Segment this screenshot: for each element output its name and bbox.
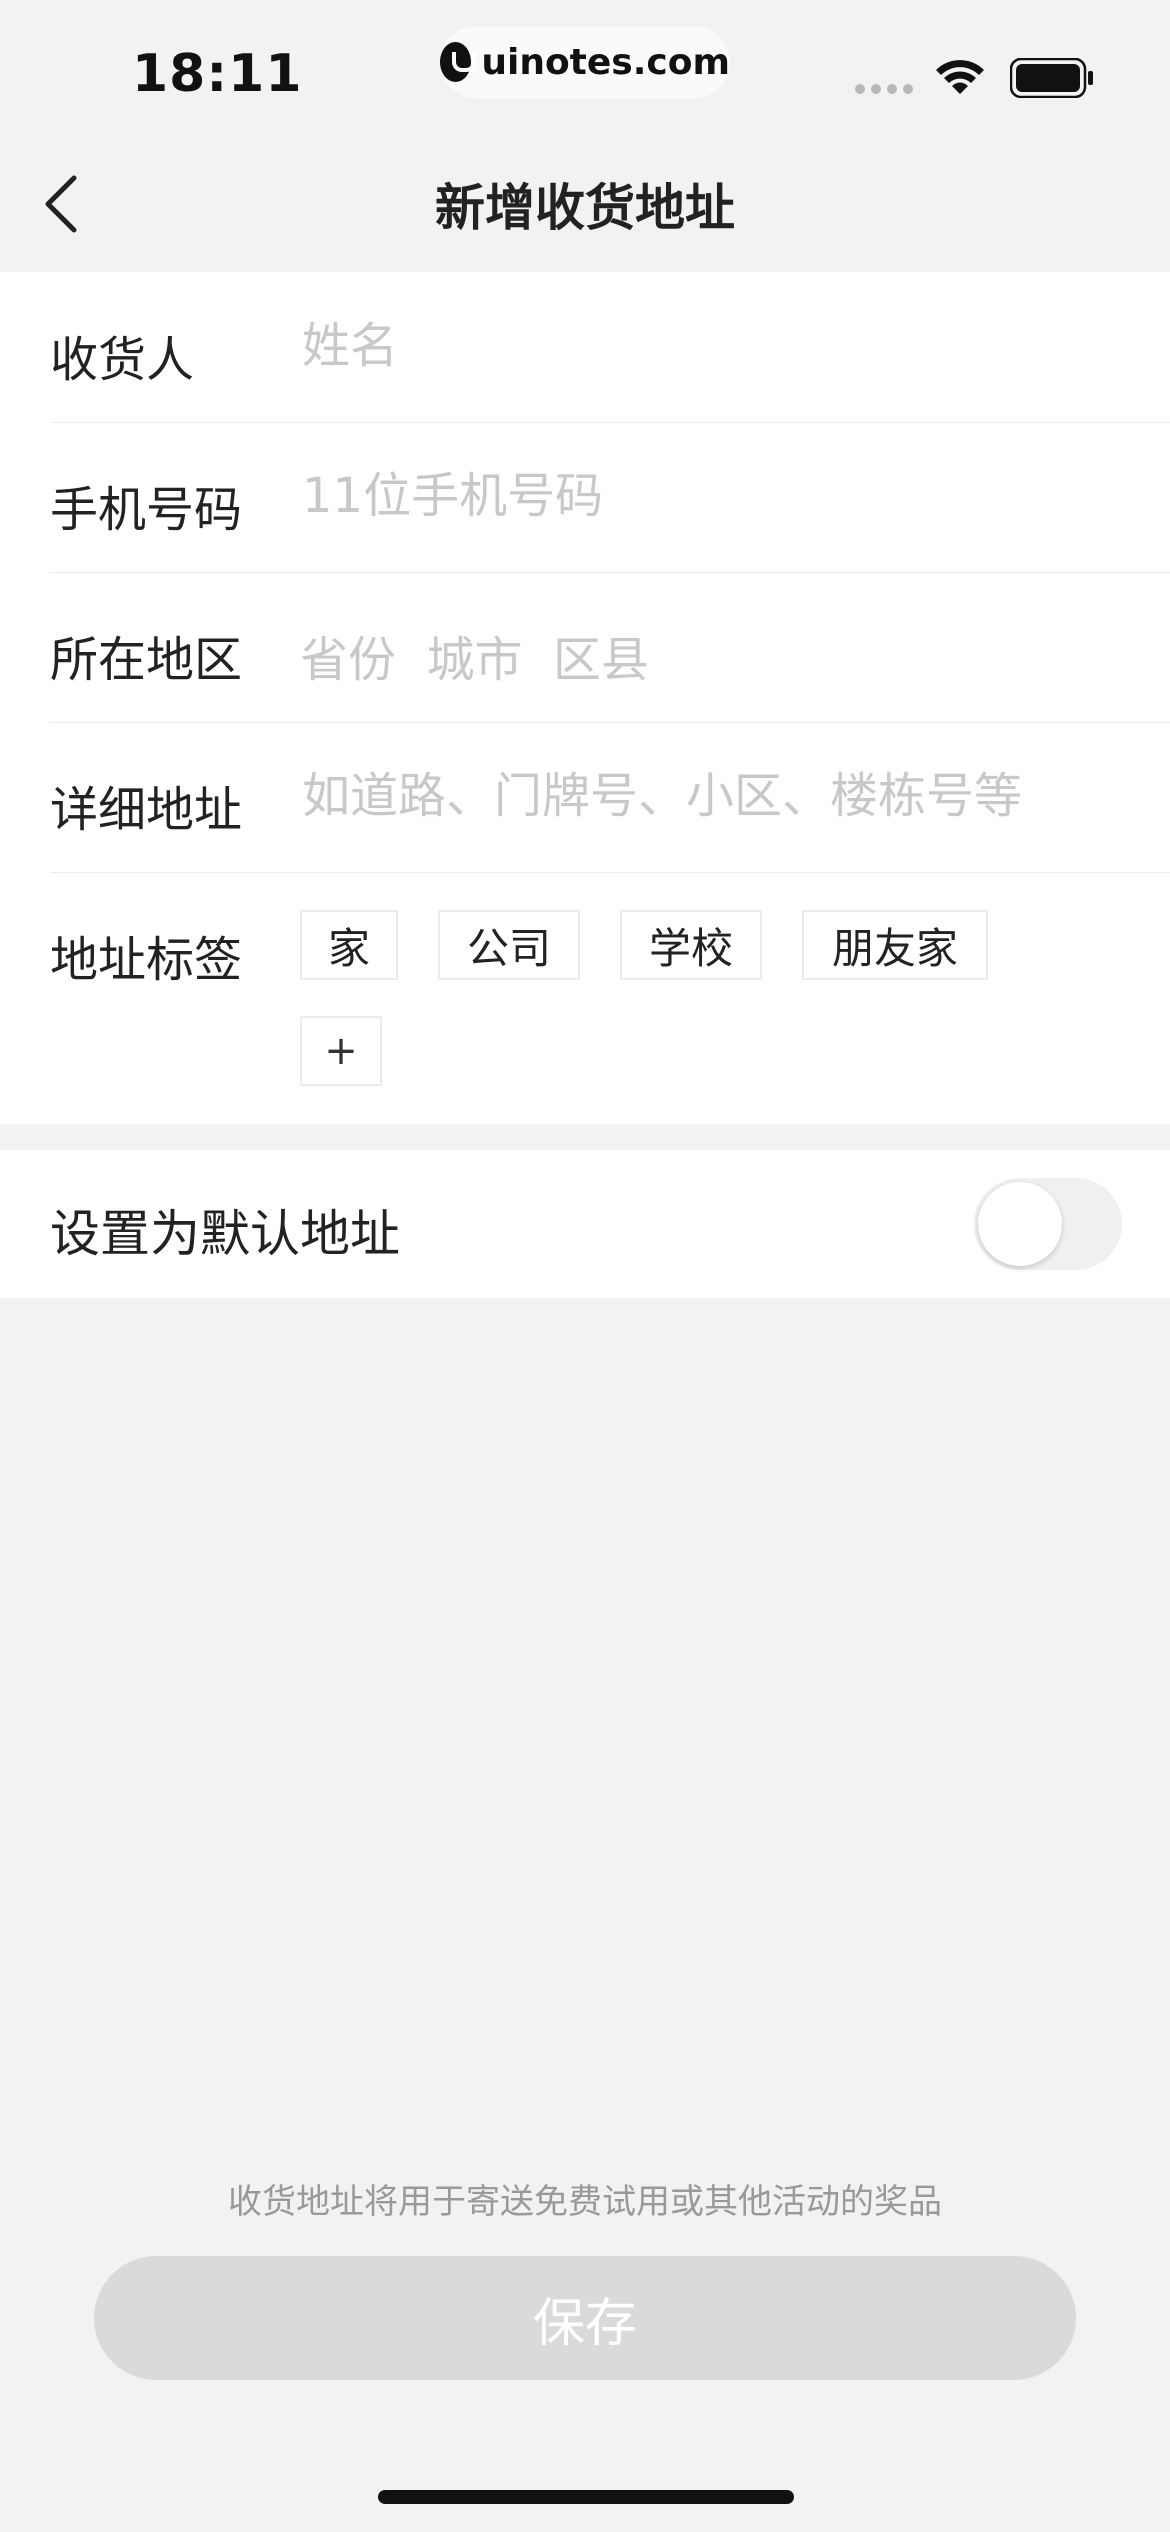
region-label: 所在地区 [50, 632, 243, 688]
address-tag-row: 地址标签 家 公司 学校 朋友家 + [50, 872, 1170, 1124]
phone-row: 手机号码 [50, 422, 1170, 573]
recipient-label: 收货人 [50, 332, 195, 388]
add-tag-button[interactable]: + [300, 1016, 382, 1086]
battery-icon [1010, 58, 1093, 98]
save-button[interactable]: 保存 [94, 2256, 1076, 2380]
home-indicator [378, 2490, 794, 2504]
detail-row: 详细地址 [50, 722, 1170, 873]
phone-number-input[interactable] [300, 460, 1124, 532]
tag-company-button[interactable]: 公司 [438, 910, 580, 980]
default-address-row: 设置为默认地址 [0, 1150, 1170, 1298]
address-form: 收货人 手机号码 所在地区 省份 城市 区县 详细地址 地址标签 家 公司 学校… [0, 272, 1170, 1124]
toggle-knob [978, 1182, 1062, 1266]
url-pill[interactable]: uinotes.com [440, 26, 730, 98]
region-row[interactable]: 所在地区 省份 城市 区县 [50, 572, 1170, 723]
plus-icon: + [324, 1028, 358, 1074]
default-address-label: 设置为默认地址 [50, 1205, 400, 1263]
url-text: uinotes.com [481, 41, 730, 83]
status-time: 18:11 [132, 44, 303, 104]
status-bar: 18:11 uinotes.com [0, 0, 1170, 150]
region-selector[interactable]: 省份 城市 区县 [300, 620, 649, 690]
address-tag-label: 地址标签 [50, 932, 243, 988]
detail-address-label: 详细地址 [50, 782, 243, 838]
tag-school-button[interactable]: 学校 [620, 910, 762, 980]
tag-home-button[interactable]: 家 [300, 910, 398, 980]
recipient-name-input[interactable] [300, 310, 1124, 382]
page-title: 新增收货地址 [435, 179, 735, 237]
site-logo-icon [440, 42, 477, 82]
phone-label: 手机号码 [50, 482, 243, 538]
tag-friend-home-button[interactable]: 朋友家 [802, 910, 988, 980]
default-address-toggle[interactable] [974, 1178, 1122, 1270]
wifi-icon [936, 60, 984, 94]
footer-hint: 收货地址将用于寄送免费试用或其他活动的奖品 [228, 2182, 942, 2222]
recipient-row: 收货人 [50, 272, 1170, 423]
detail-address-input[interactable] [300, 760, 1124, 832]
cellular-signal-icon [855, 84, 913, 94]
